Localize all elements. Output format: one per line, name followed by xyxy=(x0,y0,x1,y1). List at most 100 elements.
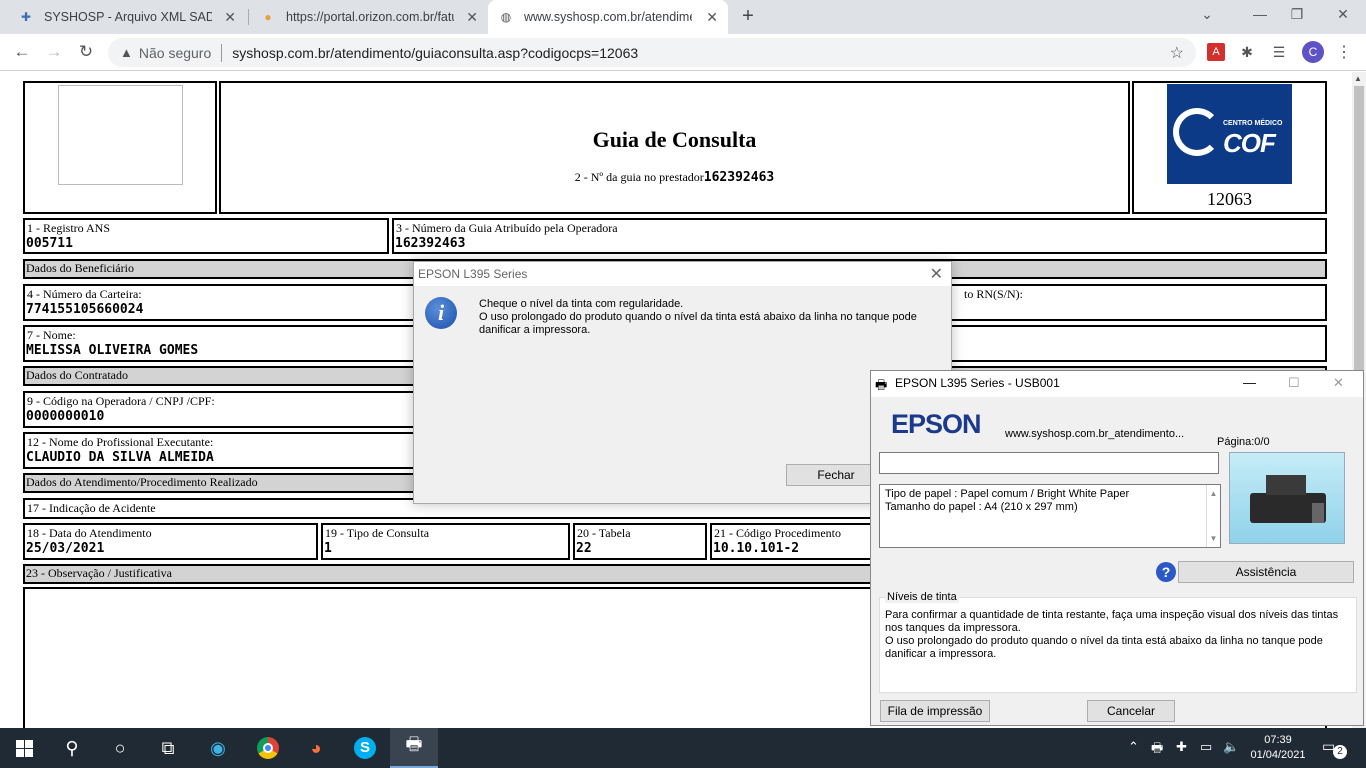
notification-badge: 2 xyxy=(1333,745,1347,759)
scroll-up-icon[interactable]: ▲ xyxy=(1207,487,1220,500)
field-label: 18 - Data do Atendimento xyxy=(27,526,152,540)
cortana-icon[interactable]: ○ xyxy=(108,736,132,760)
chrome-logo xyxy=(257,737,279,759)
skype-icon[interactable]: S xyxy=(353,736,377,760)
cof-logo-mark xyxy=(1173,108,1221,156)
close-tab-icon[interactable]: ✕ xyxy=(224,9,236,26)
security-tray-icon[interactable]: ✚ xyxy=(1176,739,1187,755)
field-label: 7 - Nome: xyxy=(27,328,76,342)
field-label: 20 - Tabela xyxy=(577,526,631,540)
tab-search-icon[interactable]: ⌄ xyxy=(1197,4,1217,24)
paper-size: Tamanho do papel : A4 (210 x 297 mm) xyxy=(885,501,1078,513)
restore-icon[interactable]: ❐ xyxy=(1287,4,1307,24)
show-hidden-icons-icon[interactable]: ⌃ xyxy=(1128,739,1139,755)
windows-taskbar: ⚲ ○ ⧉ ◉ ◕ S 🖶 ⌃ 🖶 ✚ ▭ 🔈 07:39 01/04/2021… xyxy=(0,728,1366,768)
header-right-logo-box: CENTRO MÉDICO COF 12063 xyxy=(1132,81,1327,214)
warning-icon: ▲ xyxy=(120,45,133,60)
page-counter: Página:0/0 xyxy=(1217,436,1270,448)
guia-prestador-label: 2 - Nº da guia no prestador xyxy=(574,170,704,184)
field-value: 005711 xyxy=(26,236,73,251)
info-icon: i xyxy=(425,297,457,329)
ink-line: O uso prolongado do produto quando o nív… xyxy=(885,635,1323,647)
window-title: EPSON L395 Series - USB001 xyxy=(895,376,1060,390)
header-left-logo-box xyxy=(23,81,217,214)
field-label: 12 - Nome do Profissional Executante: xyxy=(27,435,214,449)
notification-center-icon[interactable]: ▭ 2 xyxy=(1322,738,1347,759)
tab-title: https://portal.orizon.com.br/fatur xyxy=(286,10,454,24)
ink-levels-legend: Níveis de tinta xyxy=(885,591,959,603)
ink-levels-text: Para confirmar a quantidade de tinta res… xyxy=(885,609,1350,661)
cancel-button[interactable]: Cancelar xyxy=(1087,700,1175,722)
page-title: Guia de Consulta xyxy=(592,127,757,152)
tab-syshosp-xml[interactable]: ✚ SYSHOSP - Arquivo XML SADT ✕ xyxy=(8,0,246,34)
bookmark-star-icon[interactable]: ☆ xyxy=(1170,43,1184,63)
browser-toolbar: ← → ↻ ▲ Não seguro syshosp.com.br/atendi… xyxy=(0,34,1366,71)
forward-arrow-icon[interactable]: → xyxy=(44,42,64,62)
ink-line: danificar a impressora. xyxy=(885,648,997,660)
tab-syshosp-active[interactable]: ◍ www.syshosp.com.br/atendiment ✕ xyxy=(488,0,728,34)
epson-logo: EPSON xyxy=(891,409,982,439)
tipo-consulta-field: 19 - Tipo de Consulta 1 xyxy=(321,523,570,560)
dialog-message: Cheque o nível da tinta com regularidade… xyxy=(479,298,929,337)
profile-avatar[interactable]: C xyxy=(1302,41,1324,63)
print-progress-bar xyxy=(879,452,1219,474)
message-line: O uso prolongado do produto quando o nív… xyxy=(479,311,917,323)
cof-logo: CENTRO MÉDICO COF xyxy=(1167,84,1292,184)
orizon-favicon-icon: ● xyxy=(264,10,272,24)
cof-logo-line1: CENTRO MÉDICO xyxy=(1223,120,1283,127)
rn-label: to RN(S/N): xyxy=(964,287,1024,301)
help-icon[interactable]: ? xyxy=(1156,562,1176,582)
scroll-up-arrow-icon[interactable]: ▲ xyxy=(1354,74,1362,83)
tab-orizon[interactable]: ● https://portal.orizon.com.br/fatur ✕ xyxy=(250,0,488,34)
printer-image xyxy=(1229,452,1345,544)
message-line: Cheque o nível da tinta com regularidade… xyxy=(479,298,684,310)
ink-line: nos tanques da impressora. xyxy=(885,622,1021,634)
task-view-icon[interactable]: ⧉ xyxy=(156,736,180,760)
close-icon[interactable]: ✕ xyxy=(1333,375,1344,391)
url-text[interactable]: syshosp.com.br/atendimento/guiaconsulta.… xyxy=(232,45,638,61)
edge-icon[interactable]: ◉ xyxy=(206,736,230,760)
close-tab-icon[interactable]: ✕ xyxy=(706,9,718,26)
field-value: 22 xyxy=(576,541,592,556)
tab-title: SYSHOSP - Arquivo XML SADT xyxy=(44,10,212,24)
close-window-icon[interactable]: ✕ xyxy=(1333,4,1353,24)
security-label[interactable]: Não seguro xyxy=(139,45,211,61)
dialog-title: EPSON L395 Series xyxy=(418,267,528,281)
clock-time: 07:39 xyxy=(1264,734,1292,746)
assistencia-button[interactable]: Assistência xyxy=(1178,561,1354,583)
scroll-down-icon[interactable]: ▼ xyxy=(1207,532,1220,545)
window-titlebar: 🖶 EPSON L395 Series - USB001 — ☐ ✕ xyxy=(871,371,1363,397)
print-queue-button[interactable]: Fila de impressão xyxy=(880,700,990,722)
globe-icon: ◍ xyxy=(500,10,512,24)
paper-info-scrollbar[interactable]: ▲ ▼ xyxy=(1206,485,1220,547)
reading-list-icon[interactable]: ☰ xyxy=(1270,43,1288,61)
field-value: CLAUDIO DA SILVA ALMEIDA xyxy=(26,450,214,465)
clock-date: 01/04/2021 xyxy=(1250,749,1306,761)
network-icon[interactable]: ▭ xyxy=(1200,739,1212,755)
ink-tanks xyxy=(1312,503,1324,523)
minimize-icon[interactable]: — xyxy=(1243,375,1256,390)
windows-start-icon[interactable] xyxy=(12,736,36,760)
search-icon[interactable]: ⚲ xyxy=(60,736,84,760)
menu-kebab-icon[interactable]: ⋮ xyxy=(1336,42,1352,62)
close-dialog-icon[interactable]: ✕ xyxy=(930,264,943,284)
reload-icon[interactable]: ↻ xyxy=(76,42,96,62)
chrome-icon[interactable] xyxy=(256,736,280,760)
puzzle-extensions-icon[interactable]: ✱ xyxy=(1238,43,1256,61)
clock[interactable]: 07:39 01/04/2021 xyxy=(1248,733,1308,763)
firefox-icon[interactable]: ◕ xyxy=(304,736,328,760)
pdf-extension-icon[interactable]: A xyxy=(1207,43,1225,61)
close-tab-icon[interactable]: ✕ xyxy=(466,9,478,26)
guia-prestador-line: 2 - Nº da guia no prestador162392463 xyxy=(221,170,1128,185)
maximize-icon[interactable]: ☐ xyxy=(1288,375,1300,391)
new-tab-button[interactable]: + xyxy=(738,6,758,26)
address-bar[interactable]: ▲ Não seguro syshosp.com.br/atendimento/… xyxy=(108,38,1196,67)
epson-printer-taskbar-icon[interactable]: 🖶 xyxy=(390,728,438,768)
back-arrow-icon[interactable]: ← xyxy=(12,42,32,62)
minimize-icon[interactable]: — xyxy=(1250,4,1270,24)
printer-top xyxy=(1266,475,1306,495)
field-value: 10.10.101-2 xyxy=(713,541,800,556)
printer-tray-icon[interactable]: 🖶 xyxy=(1151,739,1163,761)
registro-ans-field: 1 - Registro ANS 005711 xyxy=(23,218,389,254)
volume-icon[interactable]: 🔈 xyxy=(1223,739,1239,755)
